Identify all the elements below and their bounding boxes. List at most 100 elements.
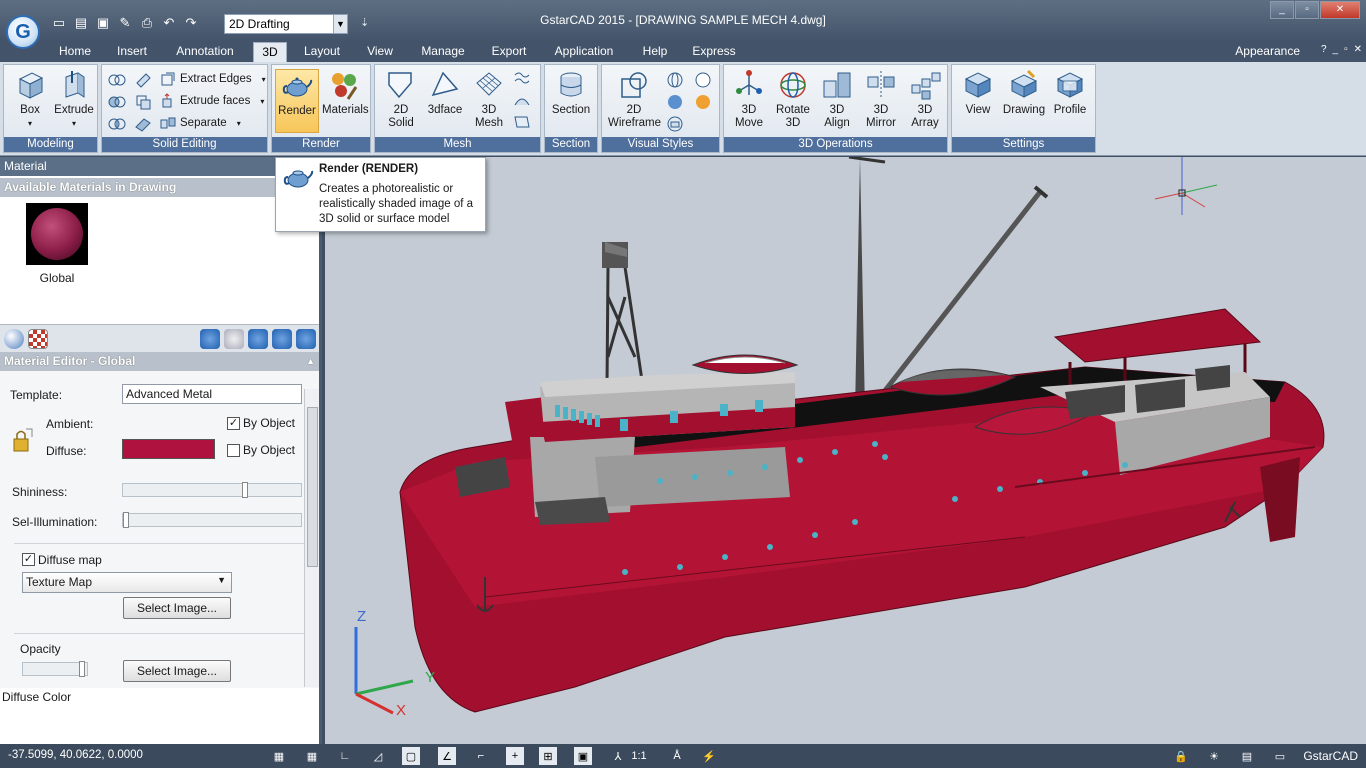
2d-solid-button[interactable]: 2D Solid: [379, 69, 423, 130]
otrack-icon[interactable]: ∠: [438, 747, 456, 765]
help-icon[interactable]: ?: [1321, 44, 1327, 55]
select-image-button-1[interactable]: Select Image...: [123, 597, 231, 619]
tab-home[interactable]: Home: [52, 42, 98, 62]
tab-insert[interactable]: Insert: [110, 42, 154, 62]
minimize-button[interactable]: _: [1270, 1, 1294, 19]
tab-application[interactable]: Application: [548, 42, 620, 62]
lineweight-icon[interactable]: ⊞: [539, 747, 557, 765]
profile-button[interactable]: Profile: [1048, 69, 1092, 117]
tab-manage[interactable]: Manage: [414, 42, 472, 62]
revsurf-icon[interactable]: [513, 69, 531, 87]
render-button[interactable]: Render: [275, 69, 319, 133]
close-button[interactable]: ✕: [1320, 1, 1360, 19]
checker-background-icon[interactable]: [28, 329, 48, 349]
conceptual-icon[interactable]: [694, 93, 712, 111]
osnap-icon[interactable]: ▢: [402, 747, 420, 765]
hardware-accel-icon[interactable]: ▤: [1238, 747, 1256, 765]
intersect-icon[interactable]: [108, 115, 126, 133]
self-illumination-slider-knob[interactable]: [123, 512, 129, 528]
ducs-icon[interactable]: ⌐: [472, 747, 490, 765]
shininess-slider-knob[interactable]: [242, 482, 248, 498]
3d-wireframe-icon[interactable]: [666, 71, 684, 89]
self-illumination-slider[interactable]: [122, 512, 302, 528]
union-icon[interactable]: [108, 71, 126, 89]
material-thumbnail-global[interactable]: [26, 203, 88, 265]
polar-icon[interactable]: ◿: [369, 747, 387, 765]
bulb-icon[interactable]: ☀: [1205, 747, 1223, 765]
purge-material-icon[interactable]: [224, 329, 244, 349]
close-doc-icon[interactable]: ✕: [1354, 44, 1362, 55]
scrollbar-thumb[interactable]: [307, 407, 318, 567]
create-material-icon[interactable]: [200, 329, 220, 349]
dyn-icon[interactable]: +: [506, 747, 524, 765]
app-logo[interactable]: G: [6, 15, 40, 49]
3d-mesh-button[interactable]: 3D Mesh: [467, 69, 511, 130]
quick-props-icon[interactable]: ▣: [574, 747, 592, 765]
3d-array-button[interactable]: 3D Array: [903, 69, 947, 130]
3d-mirror-button[interactable]: 3D Mirror: [859, 69, 903, 130]
tab-express[interactable]: Express: [688, 42, 740, 62]
3d-align-button[interactable]: 3D Align: [815, 69, 859, 130]
ambient-by-object-checkbox[interactable]: ✓: [227, 417, 240, 430]
separate-button[interactable]: Separate ▾: [160, 113, 241, 133]
view-settings-button[interactable]: View: [956, 69, 1000, 117]
materials-button[interactable]: Materials: [322, 69, 369, 117]
interfere-icon[interactable]: [134, 93, 152, 111]
lock-toolbar-icon[interactable]: 🔒: [1172, 747, 1190, 765]
drawing-viewport[interactable]: Z Y X: [325, 157, 1366, 744]
thicken-icon[interactable]: [134, 115, 152, 133]
tab-help[interactable]: Help: [636, 42, 674, 62]
sphere-preview-icon[interactable]: [4, 329, 24, 349]
slice-icon[interactable]: [134, 71, 152, 89]
tab-annotation[interactable]: Annotation: [168, 42, 242, 62]
annotation-scale-icon[interactable]: ⅄: [609, 747, 627, 765]
clean-screen-icon[interactable]: ▭: [1271, 747, 1289, 765]
extract-edges-button[interactable]: Extract Edges ▾: [160, 69, 266, 89]
section-button[interactable]: Section: [549, 69, 593, 117]
collapse-icon[interactable]: ▲: [306, 352, 315, 371]
tabsurf-icon[interactable]: [513, 91, 531, 109]
lock-icon[interactable]: [12, 425, 36, 455]
diffuse-map-checkbox[interactable]: ✓: [22, 553, 35, 566]
tab-3d[interactable]: 3D: [253, 42, 287, 62]
hidden-icon[interactable]: [694, 71, 712, 89]
box-button[interactable]: Box ▾: [8, 69, 52, 130]
maximize-button[interactable]: ▫: [1295, 1, 1319, 19]
opacity-slider[interactable]: [22, 661, 88, 677]
shininess-slider[interactable]: [122, 482, 302, 498]
rulesurf-icon[interactable]: [513, 113, 531, 131]
visual-manager-icon[interactable]: [666, 115, 684, 133]
drawing-settings-button[interactable]: Drawing: [1002, 69, 1046, 117]
subtract-icon[interactable]: [108, 93, 126, 111]
snap-grid-icon[interactable]: ▦: [270, 747, 288, 765]
editor-scrollbar[interactable]: [304, 389, 319, 687]
grid-display-icon[interactable]: ▦: [303, 747, 321, 765]
select-image-button-2[interactable]: Select Image...: [123, 660, 231, 682]
minimize-ribbon-icon[interactable]: _: [1333, 44, 1339, 55]
2d-wireframe-button[interactable]: 2D Wireframe: [608, 69, 661, 130]
annotation-visibility-icon[interactable]: Å: [668, 747, 686, 765]
diffuse-map-type-select[interactable]: Texture Map ▼: [22, 572, 232, 593]
opacity-slider-knob[interactable]: [79, 661, 85, 677]
extrude-faces-button[interactable]: Extrude faces ▾: [160, 91, 264, 111]
tab-export[interactable]: Export: [486, 42, 532, 62]
rotate-3d-button[interactable]: Rotate 3D: [771, 69, 815, 130]
appearance-menu[interactable]: Appearance: [1235, 42, 1300, 60]
diffuse-color-swatch[interactable]: [122, 439, 215, 459]
tab-layout[interactable]: Layout: [298, 42, 346, 62]
3dface-button[interactable]: 3dface: [423, 69, 467, 117]
attach-layer-icon[interactable]: [296, 329, 316, 349]
template-select[interactable]: Advanced Metal: [122, 384, 302, 404]
realistic-icon[interactable]: [666, 93, 684, 111]
remove-material-icon[interactable]: [272, 329, 292, 349]
restore-icon[interactable]: ▫: [1344, 44, 1348, 55]
tab-view[interactable]: View: [360, 42, 400, 62]
extrude-button[interactable]: Extrude ▾: [52, 69, 96, 130]
diffuse-by-object-checkbox[interactable]: [227, 444, 240, 457]
ship-model[interactable]: Z Y X: [325, 157, 1366, 744]
ortho-icon[interactable]: ∟: [336, 747, 354, 765]
3d-move-button[interactable]: 3D Move: [727, 69, 771, 130]
auto-scale-icon[interactable]: ⚡: [700, 747, 718, 765]
apply-material-icon[interactable]: [248, 329, 268, 349]
annotation-scale-value[interactable]: 1:1: [628, 747, 650, 765]
